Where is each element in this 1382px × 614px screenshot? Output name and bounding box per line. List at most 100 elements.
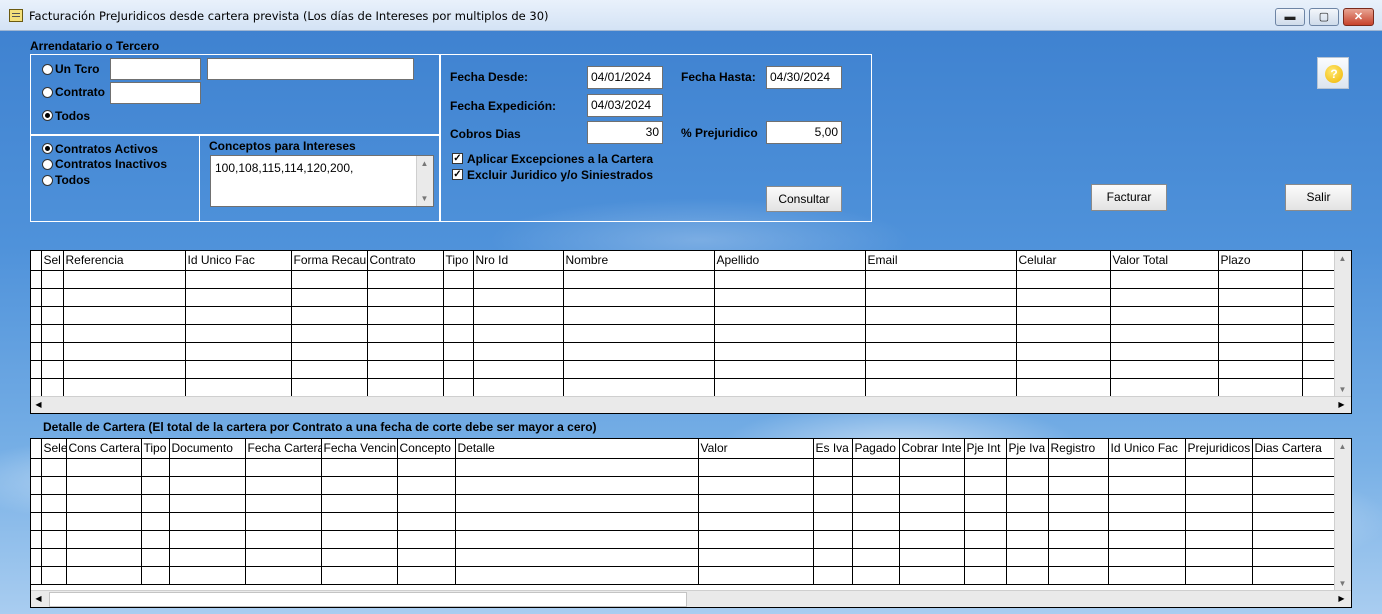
column-header[interactable]: Concepto — [397, 439, 456, 459]
table-row[interactable] — [31, 288, 1351, 307]
column-header[interactable]: Registro — [1048, 439, 1109, 459]
table-cell[interactable] — [865, 288, 1017, 307]
table-cell[interactable] — [865, 306, 1017, 325]
table-cell[interactable] — [1016, 288, 1111, 307]
table-cell[interactable] — [455, 566, 699, 585]
table-cell[interactable] — [321, 476, 398, 495]
table-cell[interactable] — [899, 494, 965, 513]
table-cell[interactable] — [245, 512, 322, 531]
table-row[interactable] — [31, 360, 1351, 379]
table-cell[interactable] — [1110, 378, 1219, 397]
table-cell[interactable] — [291, 288, 368, 307]
table-row[interactable] — [31, 512, 1351, 531]
table-cell[interactable] — [185, 342, 292, 361]
column-header[interactable]: Fecha Vencin — [321, 439, 398, 459]
table-cell[interactable] — [291, 378, 368, 397]
table-row[interactable] — [31, 494, 1351, 513]
table-cell[interactable] — [169, 458, 246, 477]
table-cell[interactable] — [169, 512, 246, 531]
contracts-grid[interactable]: Sel Referencia Id Unico Fac Forma Recau Cont… — [30, 250, 1352, 414]
table-cell[interactable] — [1218, 342, 1303, 361]
table-cell[interactable] — [563, 306, 715, 325]
table-cell[interactable] — [1108, 530, 1186, 549]
table-cell[interactable] — [245, 530, 322, 549]
table-cell[interactable] — [1108, 458, 1186, 477]
table-cell[interactable] — [141, 566, 170, 585]
table-cell[interactable] — [852, 494, 900, 513]
table-cell[interactable] — [141, 548, 170, 567]
table-cell[interactable] — [1110, 306, 1219, 325]
contracts-grid-hscroll[interactable]: ◀ ▶ — [31, 396, 1351, 413]
scroll-down-icon[interactable]: ▼ — [1335, 382, 1350, 397]
scroll-right-icon[interactable]: ▶ — [1334, 397, 1349, 412]
radio-todos-contratos[interactable] — [42, 175, 53, 186]
table-cell[interactable] — [899, 476, 965, 495]
table-cell[interactable] — [455, 494, 699, 513]
table-cell[interactable] — [63, 378, 186, 397]
table-cell[interactable] — [1110, 270, 1219, 289]
table-cell[interactable] — [1006, 458, 1049, 477]
table-cell[interactable] — [141, 494, 170, 513]
table-cell[interactable] — [367, 270, 444, 289]
column-header[interactable]: Es Iva — [813, 439, 853, 459]
table-cell[interactable] — [714, 378, 866, 397]
table-cell[interactable] — [321, 494, 398, 513]
table-cell[interactable] — [698, 566, 814, 585]
table-cell[interactable] — [813, 530, 853, 549]
table-cell[interactable] — [1048, 476, 1109, 495]
table-cell[interactable] — [41, 378, 64, 397]
table-row[interactable] — [31, 530, 1351, 549]
table-cell[interactable] — [852, 548, 900, 567]
table-cell[interactable] — [852, 530, 900, 549]
table-cell[interactable] — [563, 378, 715, 397]
tcro-name-input[interactable] — [207, 58, 414, 80]
table-cell[interactable] — [1252, 512, 1335, 531]
table-cell[interactable] — [1110, 342, 1219, 361]
table-cell[interactable] — [245, 458, 322, 477]
table-cell[interactable] — [66, 530, 142, 549]
table-cell[interactable] — [443, 270, 474, 289]
table-cell[interactable] — [367, 360, 444, 379]
table-cell[interactable] — [865, 270, 1017, 289]
table-cell[interactable] — [185, 378, 292, 397]
table-cell[interactable] — [141, 458, 170, 477]
table-cell[interactable] — [1006, 548, 1049, 567]
table-cell[interactable] — [714, 342, 866, 361]
table-cell[interactable] — [1252, 530, 1335, 549]
column-header[interactable]: Celular — [1016, 251, 1111, 271]
cobros-dias-input[interactable]: 30 — [587, 121, 663, 144]
column-header[interactable]: Apellido — [714, 251, 866, 271]
column-header[interactable]: Referencia — [63, 251, 186, 271]
table-cell[interactable] — [1006, 566, 1049, 585]
table-cell[interactable] — [397, 494, 456, 513]
table-cell[interactable] — [1185, 494, 1253, 513]
table-cell[interactable] — [964, 548, 1007, 567]
radio-contratos-activos[interactable] — [42, 143, 53, 154]
fecha-desde-input[interactable]: 04/01/2024 — [587, 66, 663, 89]
table-cell[interactable] — [185, 360, 292, 379]
table-cell[interactable] — [291, 360, 368, 379]
table-cell[interactable] — [1218, 378, 1303, 397]
table-cell[interactable] — [964, 512, 1007, 531]
contracts-grid-vscroll[interactable]: ▲ ▼ — [1334, 251, 1351, 397]
table-cell[interactable] — [964, 530, 1007, 549]
table-cell[interactable] — [185, 324, 292, 343]
table-cell[interactable] — [1110, 288, 1219, 307]
table-cell[interactable] — [185, 288, 292, 307]
table-cell[interactable] — [1218, 360, 1303, 379]
table-cell[interactable] — [455, 530, 699, 549]
table-cell[interactable] — [455, 548, 699, 567]
table-cell[interactable] — [41, 476, 67, 495]
table-cell[interactable] — [1218, 324, 1303, 343]
table-cell[interactable] — [1108, 494, 1186, 513]
table-cell[interactable] — [291, 270, 368, 289]
table-cell[interactable] — [66, 548, 142, 567]
table-cell[interactable] — [1185, 548, 1253, 567]
table-row[interactable] — [31, 458, 1351, 477]
contrato-input[interactable] — [110, 82, 201, 104]
table-cell[interactable] — [865, 324, 1017, 343]
table-cell[interactable] — [397, 548, 456, 567]
fecha-expedicion-input[interactable]: 04/03/2024 — [587, 94, 663, 117]
table-cell[interactable] — [714, 324, 866, 343]
table-cell[interactable] — [1016, 306, 1111, 325]
